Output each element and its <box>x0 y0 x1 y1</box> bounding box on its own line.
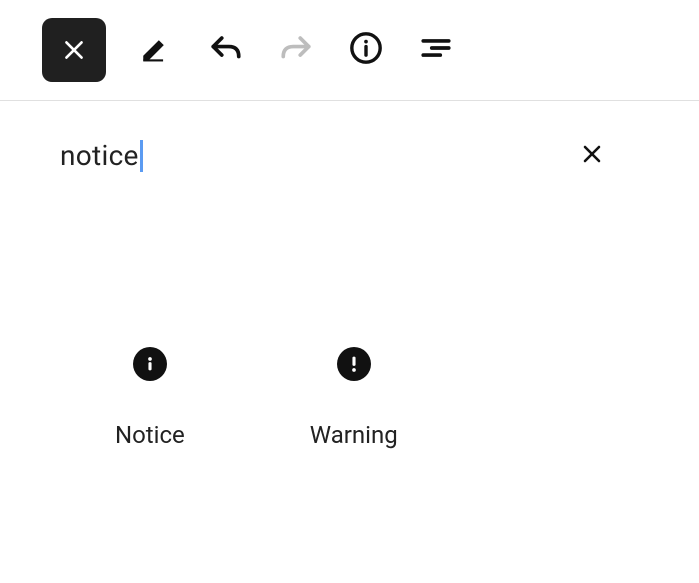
edit-button[interactable] <box>136 30 176 70</box>
info-button[interactable] <box>346 30 386 70</box>
close-icon <box>61 37 87 63</box>
redo-icon <box>279 31 313 69</box>
filter-button[interactable] <box>416 30 456 70</box>
results-grid: Notice Warning <box>60 172 639 449</box>
search-area: notice Notice <box>0 101 699 449</box>
info-icon <box>349 31 383 69</box>
notice-icon <box>133 347 167 381</box>
text-cursor <box>140 140 143 172</box>
clear-search-button[interactable] <box>580 142 604 170</box>
close-icon <box>580 151 604 170</box>
toolbar <box>0 0 699 101</box>
undo-button[interactable] <box>206 30 246 70</box>
close-button[interactable] <box>42 18 106 82</box>
result-label: Warning <box>310 421 398 449</box>
redo-button[interactable] <box>276 30 316 70</box>
edit-icon <box>139 31 173 69</box>
undo-icon <box>209 31 243 69</box>
search-value: notice <box>60 139 139 172</box>
result-label: Notice <box>115 421 185 449</box>
result-notice[interactable]: Notice <box>115 347 185 449</box>
warning-icon <box>337 347 371 381</box>
search-input[interactable]: notice <box>60 139 143 172</box>
result-warning[interactable]: Warning <box>310 347 398 449</box>
filter-icon <box>419 31 453 69</box>
search-row: notice <box>60 139 639 172</box>
